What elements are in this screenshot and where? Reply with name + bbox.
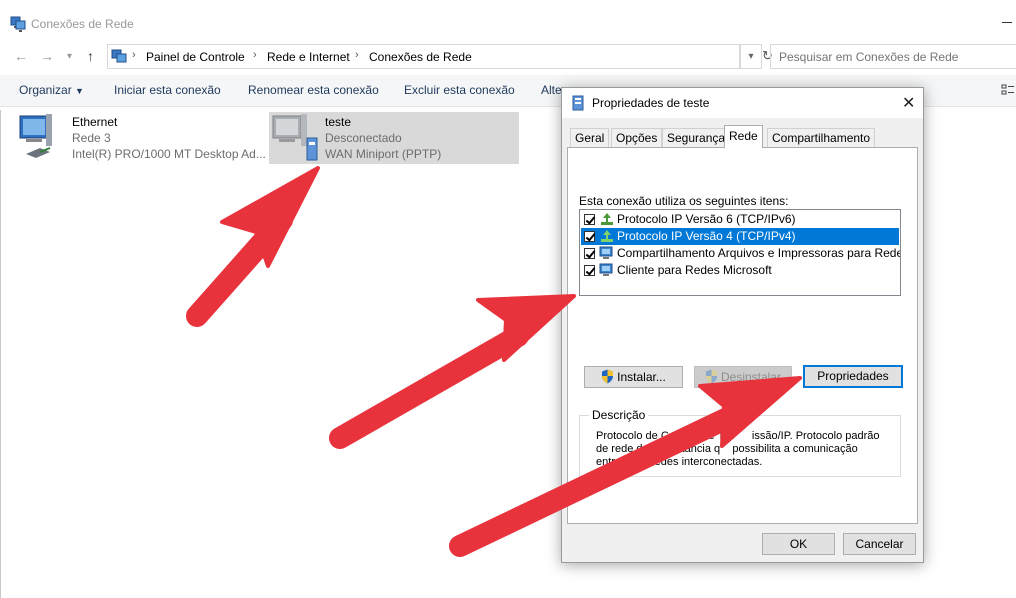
connection-teste[interactable]: teste Desconectado WAN Miniport (PPTP) bbox=[269, 112, 519, 164]
description-text: Protocolo de Co e Tra issão/IP. Protocol… bbox=[596, 430, 892, 469]
chevron-down-icon: ▼ bbox=[75, 86, 84, 96]
items-list-label: Esta conexão utiliza os seguintes itens: bbox=[579, 194, 789, 208]
description-line: entr s redes interconectadas. bbox=[596, 456, 763, 468]
close-icon[interactable]: ✕ bbox=[902, 93, 915, 113]
tab-network[interactable]: Rede bbox=[724, 125, 763, 148]
protocol-icon bbox=[601, 230, 613, 242]
ok-button[interactable]: OK bbox=[762, 533, 835, 555]
list-item-ms-client[interactable]: Cliente para Redes Microsoft bbox=[581, 262, 899, 279]
window-title: Conexões de Rede bbox=[31, 17, 134, 31]
annotation-arrow-head bbox=[220, 166, 320, 268]
connection-device: WAN Miniport (PPTP) bbox=[325, 147, 442, 161]
uac-shield-icon bbox=[602, 369, 614, 384]
minimize-button[interactable] bbox=[1002, 22, 1012, 23]
network-connections-icon bbox=[111, 49, 127, 63]
search-box[interactable] bbox=[770, 44, 1016, 69]
annotation-arrow bbox=[329, 325, 529, 449]
address-bar[interactable]: › Painel de Controle › Rede e Internet ›… bbox=[107, 44, 740, 69]
dialog-title: Propriedades de teste bbox=[592, 96, 710, 110]
delete-connection-button[interactable]: Excluir esta conexão bbox=[404, 83, 515, 97]
breadcrumb-separator-icon: › bbox=[253, 49, 257, 61]
tab-options[interactable]: Opções bbox=[611, 128, 663, 147]
item-label: Compartilhamento Arquivos e Impressoras … bbox=[617, 246, 900, 260]
window-left-edge bbox=[0, 110, 1, 598]
item-label: Cliente para Redes Microsoft bbox=[617, 263, 772, 277]
description-line: Protocolo de Co e Tra issão/IP. Protocol… bbox=[596, 430, 880, 442]
window-titlebar: Conexões de Rede bbox=[0, 0, 1016, 44]
refresh-icon[interactable]: ↻ bbox=[762, 44, 773, 69]
breadcrumb-separator-icon: › bbox=[132, 49, 136, 61]
description-line: de rede d stância q possibilita a comuni… bbox=[596, 443, 858, 455]
list-item-ipv4[interactable]: Protocolo IP Versão 4 (TCP/IPv4) bbox=[581, 228, 899, 245]
network-connections-icon bbox=[10, 16, 26, 32]
breadcrumb-control-panel[interactable]: Painel de Controle bbox=[146, 50, 245, 64]
list-item-file-sharing[interactable]: Compartilhamento Arquivos e Impressoras … bbox=[581, 245, 900, 262]
properties-dialog: Propriedades de teste ✕ Geral Opções Seg… bbox=[561, 87, 924, 563]
item-label: Protocolo IP Versão 6 (TCP/IPv6) bbox=[617, 212, 796, 226]
item-label: Protocolo IP Versão 4 (TCP/IPv4) bbox=[617, 229, 796, 243]
start-connection-button[interactable]: Iniciar esta conexão bbox=[114, 83, 221, 97]
organize-menu[interactable]: Organizar ▼ bbox=[19, 83, 84, 97]
organize-label: Organizar bbox=[19, 83, 72, 97]
ipv6-checkbox[interactable] bbox=[584, 214, 595, 225]
address-dropdown-icon[interactable]: ▾ bbox=[740, 44, 762, 69]
view-options-icon[interactable] bbox=[1001, 83, 1015, 97]
forward-arrow-icon[interactable]: → bbox=[40, 48, 54, 64]
description-title: Descrição bbox=[589, 408, 649, 422]
properties-button[interactable]: Propriedades bbox=[803, 365, 903, 388]
sharing-service-icon bbox=[599, 246, 613, 259]
breadcrumb-network-internet[interactable]: Rede e Internet bbox=[267, 50, 350, 64]
tab-sharing[interactable]: Compartilhamento bbox=[767, 128, 876, 147]
uninstall-label: Desinstalar bbox=[720, 370, 782, 384]
items-listbox[interactable]: Protocolo IP Versão 6 (TCP/IPv6) Protoco… bbox=[579, 209, 901, 296]
protocol-icon bbox=[601, 213, 613, 225]
cancel-button[interactable]: Cancelar bbox=[843, 533, 916, 555]
ms-client-checkbox[interactable] bbox=[584, 265, 595, 276]
client-service-icon bbox=[599, 263, 613, 276]
breadcrumb-separator-icon: › bbox=[355, 49, 359, 61]
ipv4-checkbox[interactable] bbox=[584, 231, 595, 242]
back-arrow-icon[interactable]: ← bbox=[14, 48, 28, 64]
address-row: ← → ▾ ↑ › Painel de Controle › Rede e In… bbox=[0, 44, 1016, 70]
connection-device: Intel(R) PRO/1000 MT Desktop Ad... bbox=[72, 147, 266, 161]
file-sharing-checkbox[interactable] bbox=[584, 248, 595, 259]
connection-status: Desconectado bbox=[325, 131, 402, 145]
dialog-titlebar: Propriedades de teste ✕ bbox=[562, 88, 923, 118]
rename-connection-button[interactable]: Renomear esta conexão bbox=[248, 83, 379, 97]
tab-security[interactable]: Segurança bbox=[662, 128, 731, 147]
vpn-adapter-icon bbox=[272, 114, 318, 161]
vpn-adapter-icon bbox=[572, 95, 584, 111]
tab-general[interactable]: Geral bbox=[570, 128, 610, 147]
connection-name: teste bbox=[325, 115, 352, 129]
annotation-arrow-head bbox=[476, 294, 576, 362]
change-settings-button[interactable]: Alte bbox=[541, 83, 562, 97]
connection-ethernet[interactable]: Ethernet Rede 3 Intel(R) PRO/1000 MT Des… bbox=[16, 112, 266, 164]
connection-name: Ethernet bbox=[72, 115, 118, 129]
breadcrumb-network-connections[interactable]: Conexões de Rede bbox=[369, 50, 472, 64]
ethernet-adapter-icon bbox=[19, 114, 52, 158]
recent-chevron-icon[interactable]: ▾ bbox=[67, 51, 72, 62]
uninstall-button[interactable]: Desinstalar bbox=[694, 366, 792, 388]
install-label: Instalar... bbox=[617, 370, 666, 384]
list-item-ipv6[interactable]: Protocolo IP Versão 6 (TCP/IPv6) bbox=[581, 211, 899, 228]
search-input[interactable] bbox=[771, 45, 1016, 68]
uac-shield-icon bbox=[705, 369, 717, 384]
annotation-arrow bbox=[186, 209, 293, 327]
up-arrow-icon[interactable]: ↑ bbox=[87, 48, 94, 64]
connection-status: Rede 3 bbox=[72, 131, 111, 145]
install-button[interactable]: Instalar... bbox=[584, 366, 683, 388]
